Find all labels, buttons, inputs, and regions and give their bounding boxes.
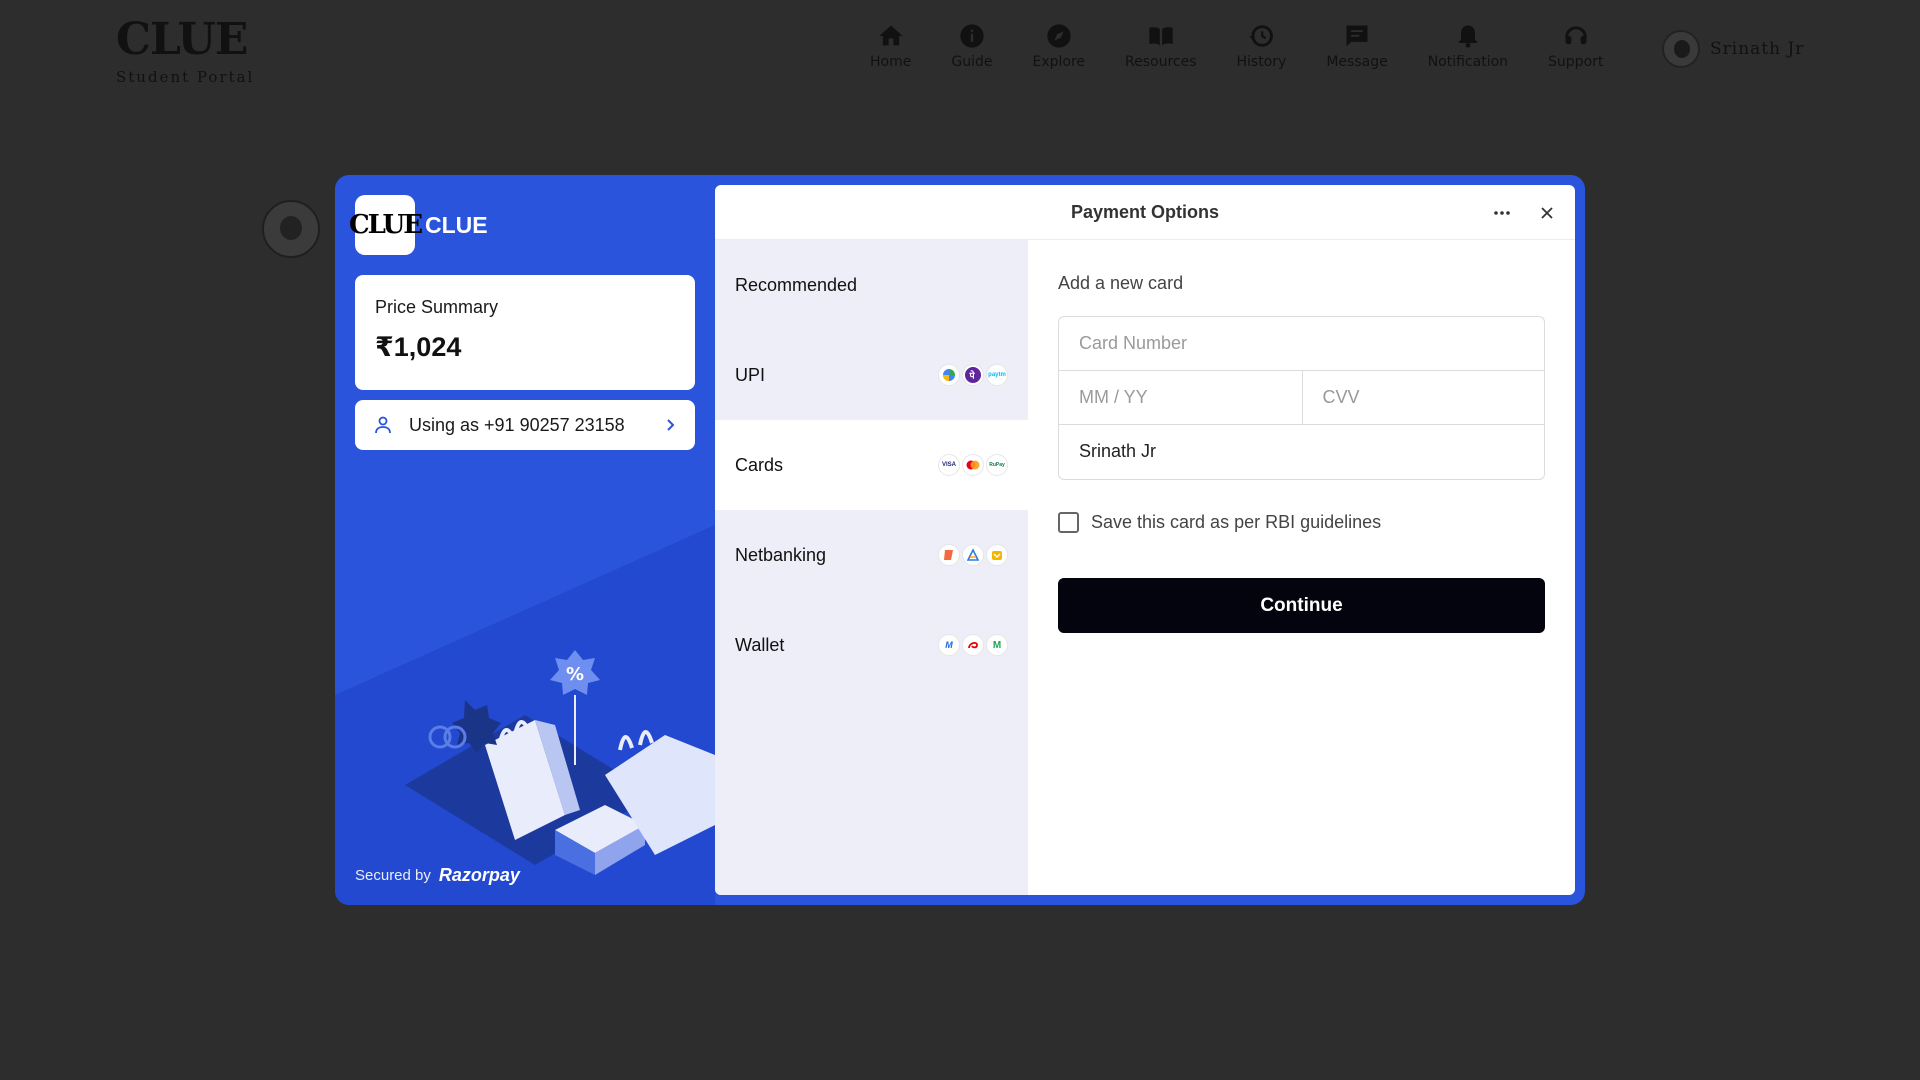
using-as-contact-button[interactable]: Using as +91 90257 23158 [355, 400, 695, 450]
using-as-text: Using as +91 90257 23158 [409, 414, 625, 435]
user-menu[interactable]: Srinath Jr [1662, 30, 1804, 68]
visa-icon: VISA [938, 454, 960, 476]
razorpay-logo: Razorpay [438, 865, 520, 885]
nav-message-label: Message [1326, 54, 1388, 70]
secured-by-label: Secured by [355, 867, 431, 884]
compass-icon [1047, 24, 1071, 48]
user-icon [375, 416, 391, 434]
background-avatar [262, 200, 320, 258]
wallet-logos: M M [936, 634, 1008, 656]
method-netbanking[interactable]: Netbanking [715, 510, 1028, 600]
method-cards[interactable]: Cards VISA RuPay [715, 420, 1028, 510]
user-name: Srinath Jr [1710, 39, 1805, 59]
card-number-row [1059, 317, 1544, 371]
payment-methods-list: Recommended UPI पे paytm Cards VISA RuPa… [715, 240, 1028, 895]
book-icon [1149, 27, 1173, 46]
bank-logo-icon [962, 544, 984, 566]
method-label: UPI [735, 364, 766, 385]
cardholder-name-row [1059, 425, 1544, 479]
rupay-icon: RuPay [986, 454, 1008, 476]
bank-logo-icon [986, 544, 1008, 566]
merchant-header: CLUE CLUE [349, 195, 488, 255]
history-icon [1249, 25, 1274, 47]
headset-icon [1564, 26, 1587, 45]
site-logo: CLUE [116, 14, 248, 65]
merchant-name: CLUE [425, 211, 488, 238]
method-upi[interactable]: UPI पे paytm [715, 330, 1028, 420]
checkout-summary-panel: CLUE CLUE Price Summary ₹1,024 Using as … [335, 175, 715, 905]
nav-guide[interactable]: Guide [951, 22, 992, 70]
svg-text:पे: पे [969, 370, 976, 382]
nav-history-label: History [1236, 54, 1287, 70]
method-label: Recommended [735, 274, 858, 295]
main-nav: Home Guide Explore Resources History Mes… [870, 22, 1643, 70]
add-card-form: Add a new card S [1058, 240, 1545, 633]
cardholder-name-input[interactable] [1059, 425, 1544, 478]
bank-logo-icon [938, 544, 960, 566]
secured-by-footer: Secured by Razorpay [355, 865, 520, 886]
message-icon [1346, 25, 1368, 47]
payment-options-panel: Payment Options Recommended UPI पे paytm… [715, 185, 1575, 895]
nav-support-label: Support [1548, 54, 1604, 70]
nav-home-label: Home [870, 54, 912, 70]
shopping-illustration: % [405, 650, 715, 875]
method-label: Wallet [735, 634, 785, 655]
mastercard-icon [962, 454, 984, 476]
nav-explore[interactable]: Explore [1032, 22, 1085, 70]
save-card-option: Save this card as per RBI guidelines [1058, 512, 1545, 533]
airtel-icon [962, 634, 984, 656]
avatar [1662, 30, 1700, 68]
gpay-icon [938, 364, 960, 386]
nav-guide-label: Guide [951, 54, 993, 70]
paytm-icon: paytm [986, 364, 1008, 386]
payment-options-header: Payment Options [715, 185, 1575, 240]
payment-modal: CLUE CLUE Price Summary ₹1,024 Using as … [335, 175, 1585, 905]
expiry-cvv-row [1059, 371, 1544, 425]
home-icon [879, 25, 903, 46]
nav-home[interactable]: Home [870, 22, 911, 70]
nav-support[interactable]: Support [1548, 22, 1603, 70]
save-card-checkbox[interactable] [1058, 512, 1079, 533]
chevron-right-icon [667, 419, 675, 431]
upi-logos: पे paytm [936, 364, 1008, 386]
nav-history[interactable]: History [1236, 22, 1287, 70]
top-navbar: CLUE Student Portal Home Guide Explore R… [0, 0, 1920, 100]
card-details-box [1058, 316, 1545, 480]
wallet-m-icon: M [986, 634, 1008, 656]
method-recommended[interactable]: Recommended [715, 240, 1028, 330]
site-subtitle: Student Portal [116, 68, 255, 86]
mobikwik-icon: M [938, 634, 960, 656]
method-label: Cards [735, 454, 784, 475]
merchant-logo: CLUE [349, 195, 423, 255]
card-logos: VISA RuPay [936, 454, 1008, 476]
price-amount: ₹1,024 [375, 332, 462, 362]
more-options-icon[interactable] [1491, 203, 1513, 223]
close-icon[interactable] [1537, 203, 1557, 223]
svg-text:%: % [566, 664, 584, 685]
nav-notification-label: Notification [1427, 54, 1509, 70]
expiry-cell [1059, 371, 1302, 424]
nav-notification[interactable]: Notification [1428, 22, 1508, 70]
nav-resources[interactable]: Resources [1125, 22, 1197, 70]
bell-icon [1458, 25, 1478, 48]
cvv-cell [1301, 371, 1544, 424]
nav-resources-label: Resources [1125, 54, 1197, 70]
cvv-input[interactable] [1302, 371, 1544, 424]
method-label: Netbanking [735, 544, 827, 565]
price-summary-card: Price Summary ₹1,024 [355, 275, 695, 390]
nav-explore-label: Explore [1032, 54, 1086, 70]
nav-message[interactable]: Message [1326, 22, 1388, 70]
continue-button[interactable]: Continue [1058, 578, 1545, 633]
payment-options-title: Payment Options [1070, 201, 1220, 222]
site-brand[interactable]: CLUE Student Portal [116, 14, 255, 87]
price-summary-label: Price Summary [375, 297, 499, 317]
method-wallet[interactable]: Wallet M M [715, 600, 1028, 690]
bank-logos [936, 544, 1008, 566]
phonepe-icon: पे [962, 364, 984, 386]
expiry-input[interactable] [1059, 371, 1302, 424]
save-card-label: Save this card as per RBI guidelines [1091, 512, 1382, 532]
add-card-label: Add a new card [1058, 273, 1184, 293]
info-icon [960, 24, 984, 48]
card-number-input[interactable] [1059, 317, 1544, 370]
